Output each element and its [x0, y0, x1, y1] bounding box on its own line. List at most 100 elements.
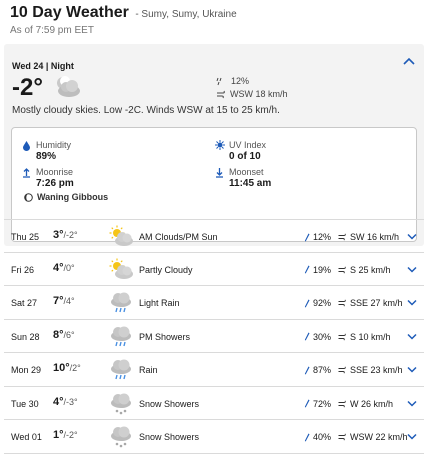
wind-direction-icon [338, 233, 346, 241]
current-temperature: -2° [12, 74, 43, 101]
location-text: - Sumy, Sumy, Ukraine [135, 9, 237, 20]
forecast-row[interactable]: Sun 28 8°/6° PM Showers 30% S 10 km/h [4, 320, 424, 353]
forecast-high: 8° [53, 328, 64, 341]
forecast-condition: AM Clouds/PM Sun [139, 232, 218, 242]
current-precip: 12% [216, 76, 249, 86]
forecast-low: /6° [63, 329, 75, 340]
moonrise-detail: Moonrise 7:26 pm [22, 167, 74, 189]
as-of-timestamp: As of 7:59 pm EET [10, 25, 94, 36]
forecast-day: Tue 30 [11, 398, 39, 409]
current-summary: Mostly cloudy skies. Low -2C. Winds WSW … [12, 105, 280, 116]
forecast-wind-value: S 10 km/h [350, 331, 391, 342]
forecast-wind-value: W 26 km/h [350, 398, 394, 409]
wind-direction-icon [338, 333, 346, 340]
forecast-precip: 87% [304, 365, 331, 375]
humidity-value: 89% [36, 151, 57, 162]
precip-drop-icon [304, 265, 310, 274]
forecast-precip: 92% [304, 298, 331, 308]
precip-drop-icon [304, 332, 310, 341]
chevron-down-icon[interactable] [407, 400, 417, 407]
forecast-wind-value: SSE 23 km/h [350, 365, 403, 375]
forecast-wind: SSE 23 km/h [338, 365, 403, 375]
forecast-day: Mon 29 [11, 365, 42, 375]
current-precip-value: 12% [231, 76, 250, 86]
uv-value: 0 of 10 [229, 151, 261, 162]
page-title: 10 Day Weather - Sumy, Sumy, Ukraine [10, 4, 420, 22]
wind-direction-icon [338, 400, 346, 407]
wind-direction-icon [338, 299, 346, 307]
forecast-condition: Snow Showers [139, 432, 200, 442]
current-wind-value: WSW 18 km/h [230, 89, 288, 99]
forecast-low: /-2° [63, 430, 78, 440]
chevron-down-icon[interactable] [407, 233, 417, 240]
uv-detail: UV Index 0 of 10 [215, 140, 266, 162]
forecast-precip-value: 87% [313, 365, 332, 375]
wind-direction-icon [338, 433, 346, 441]
forecast-low: /4° [63, 296, 75, 306]
forecast-high: 7° [53, 295, 64, 307]
forecast-wind: S 25 km/h [338, 265, 391, 275]
precip-drop-icon [304, 366, 310, 374]
forecast-high: 10° [53, 362, 70, 374]
precip-drop-icon [304, 433, 310, 441]
chevron-down-icon[interactable] [407, 299, 417, 306]
forecast-precip: 72% [304, 399, 331, 409]
forecast-condition: Snow Showers [139, 398, 200, 409]
chevron-down-icon[interactable] [407, 266, 417, 273]
forecast-precip-value: 92% [313, 298, 332, 308]
forecast-temps: 4°/-3° [53, 396, 78, 408]
humidity-detail: Humidity 89% [22, 140, 71, 162]
forecast-row[interactable]: Wed 01 1°/-2° Snow Showers 40% WSW 22 km/h [4, 420, 424, 454]
forecast-row[interactable]: Mon 29 10°/2° Rain 87% SSE 23 km/h [4, 353, 424, 387]
forecast-precip: 30% [304, 332, 331, 342]
forecast-temps: 7°/4° [53, 295, 75, 307]
forecast-temps: 8°/6° [53, 329, 75, 341]
forecast-precip: 12% [304, 232, 331, 242]
forecast-wind: SSE 27 km/h [338, 298, 403, 308]
chevron-down-icon[interactable] [407, 333, 417, 340]
wind-direction-icon [338, 266, 346, 273]
precip-drop-icon [304, 299, 310, 307]
forecast-row[interactable]: Thu 25 3°/-2° AM Clouds/PM Sun 12% SW 16 km/… [4, 219, 424, 253]
forecast-precip-value: 72% [313, 398, 332, 409]
forecast-list: Thu 25 3°/-2° AM Clouds/PM Sun 12% SW 16 km/… [4, 219, 424, 454]
forecast-wind: S 10 km/h [338, 332, 391, 342]
forecast-precip-value: 30% [313, 331, 332, 342]
forecast-day: Fri 26 [11, 264, 35, 275]
forecast-row[interactable]: Fri 26 4°/0° Partly Cloudy 19% S 25 km/h [4, 253, 424, 286]
rain-icon [108, 324, 134, 350]
chevron-down-icon[interactable] [407, 433, 417, 440]
forecast-wind-value: S 25 km/h [350, 264, 391, 275]
chevron-up-icon[interactable] [402, 56, 416, 66]
forecast-row[interactable]: Tue 30 4°/-3° Snow Showers 72% W 26 km/h [4, 387, 424, 420]
moon-phase-label: Waning Gibbous [37, 192, 109, 202]
forecast-temps: 10°/2° [53, 362, 81, 374]
forecast-temps: 4°/0° [53, 262, 75, 274]
wind-icon [217, 90, 225, 98]
forecast-wind: WSW 22 km/h [338, 432, 408, 442]
forecast-condition: Light Rain [139, 298, 180, 308]
forecast-day: Wed 01 [11, 432, 42, 442]
forecast-precip-value: 12% [313, 232, 332, 242]
forecast-wind: W 26 km/h [338, 399, 393, 409]
chevron-down-icon[interactable] [407, 366, 417, 373]
forecast-day: Thu 25 [11, 232, 40, 242]
forecast-precip-value: 40% [313, 432, 332, 442]
forecast-high: 3° [53, 229, 64, 241]
title-text: 10 Day Weather [10, 4, 129, 21]
forecast-low: /0° [63, 262, 75, 273]
forecast-wind-value: SSE 27 km/h [350, 298, 403, 308]
forecast-low: /2° [69, 363, 81, 373]
forecast-precip: 40% [304, 432, 331, 442]
forecast-day: Sat 27 [11, 298, 38, 308]
forecast-day: Sun 28 [11, 331, 40, 342]
forecast-low: /-3° [63, 396, 78, 407]
page-header: 10 Day Weather - Sumy, Sumy, Ukraine As … [10, 4, 420, 38]
sun-cloud-icon [108, 257, 134, 283]
sun-cloud-icon [108, 224, 134, 250]
forecast-low: /-2° [63, 230, 78, 240]
snow-icon [108, 424, 134, 450]
current-wind: WSW 18 km/h [216, 89, 288, 99]
precip-drop-icon [304, 233, 310, 241]
forecast-row[interactable]: Sat 27 7°/4° Light Rain 92% SSE 27 km/h [4, 286, 424, 320]
